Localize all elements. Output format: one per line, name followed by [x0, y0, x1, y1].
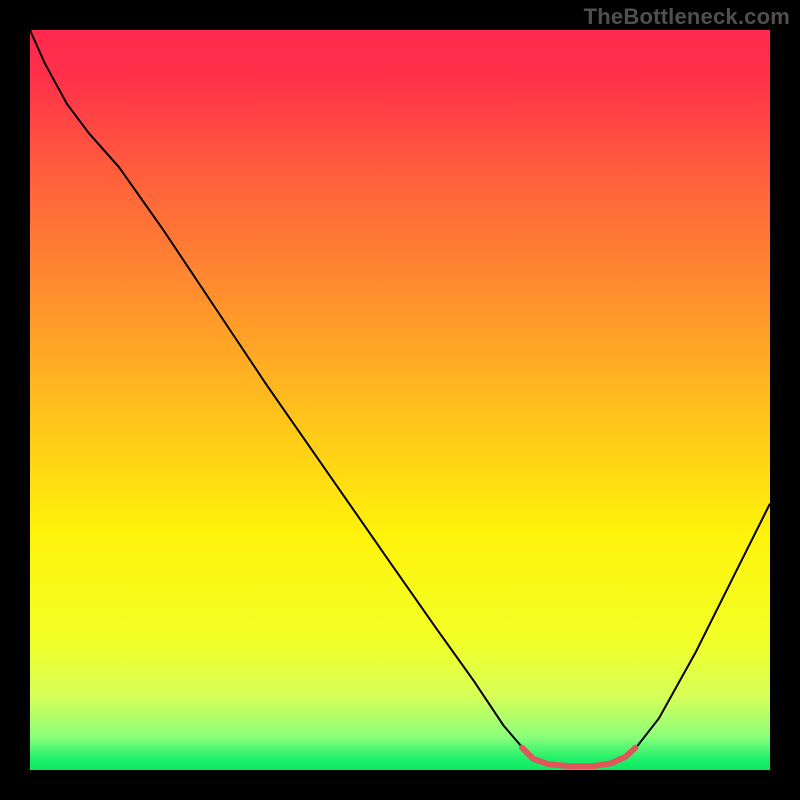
watermark-text: TheBottleneck.com [584, 4, 790, 30]
bottleneck-chart [30, 30, 770, 770]
plot-background [30, 30, 770, 770]
chart-frame: TheBottleneck.com [0, 0, 800, 800]
